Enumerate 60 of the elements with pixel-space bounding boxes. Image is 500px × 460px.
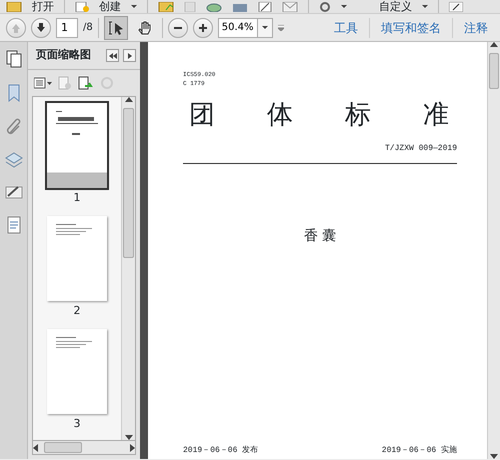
scrollbar-thumb[interactable] — [123, 108, 134, 258]
issue-date: 2019－06－06 发布 — [183, 445, 258, 457]
panel-title: 页面缩略图 — [35, 47, 92, 64]
implementation-date: 2019－06－06 实施 — [382, 445, 457, 457]
caret-icon[interactable] — [422, 5, 428, 8]
options-button[interactable] — [123, 49, 136, 62]
caret-icon[interactable] — [341, 5, 347, 8]
zoom-out-button[interactable] — [168, 18, 188, 38]
arrow-right-icon — [128, 52, 132, 58]
page-thumbnail[interactable] — [47, 103, 107, 188]
page-number-label: 2 — [74, 302, 80, 318]
scroll-right-icon[interactable] — [130, 444, 135, 452]
title-character: 准 — [423, 99, 449, 132]
create-menu[interactable]: 创建 — [99, 0, 121, 12]
cursor-icon — [108, 20, 124, 36]
zoom-in-button[interactable] — [192, 18, 213, 38]
caret-icon — [262, 26, 268, 29]
collapse-button[interactable] — [106, 49, 119, 62]
pane-button[interactable]: 工具 — [328, 18, 364, 36]
title-character: 团 — [189, 99, 215, 132]
create-icon[interactable] — [75, 2, 89, 12]
hand-icon — [136, 20, 153, 36]
scroll-up-icon[interactable] — [124, 97, 132, 102]
page-count: /8 — [83, 21, 93, 35]
settings-icon[interactable] — [319, 2, 331, 12]
standard-name: 香 囊 — [304, 227, 336, 246]
scrollbar-thumb[interactable] — [489, 53, 499, 89]
arrow-up-icon — [10, 22, 22, 34]
folder-icon[interactable] — [6, 2, 22, 12]
next-page-button[interactable] — [31, 18, 51, 38]
scrollbar-thumb[interactable] — [44, 442, 82, 453]
customize-menu[interactable]: 自定义 — [379, 0, 412, 12]
folder-icon[interactable] — [158, 2, 174, 12]
caret-icon[interactable] — [131, 5, 137, 8]
pane-button[interactable]: 注释 — [458, 18, 494, 36]
title-character: 体 — [267, 99, 293, 132]
plus-icon — [196, 22, 209, 34]
page-number-label: 1 — [74, 190, 80, 206]
layers-icon[interactable] — [4, 152, 22, 168]
double-arrow-left-icon — [108, 52, 116, 58]
page-thumbnail[interactable] — [47, 329, 107, 414]
zoom-field[interactable]: 50.4% — [218, 18, 258, 38]
page-number-field[interactable]: 1 — [56, 18, 78, 38]
insert-page-icon[interactable] — [78, 76, 94, 90]
edit-icon[interactable] — [258, 2, 272, 12]
pages-icon[interactable] — [6, 50, 22, 68]
scroll-down-icon[interactable] — [490, 454, 498, 459]
title-character: 标 — [345, 99, 371, 132]
select-tool[interactable] — [104, 16, 128, 40]
list-options-icon[interactable] — [34, 77, 52, 89]
page-thumbnail[interactable] — [47, 216, 107, 300]
open-button[interactable]: 打开 — [32, 0, 54, 12]
paperclip-icon[interactable] — [6, 118, 22, 136]
document-icon[interactable] — [6, 216, 20, 234]
scroll-left-icon[interactable] — [33, 444, 38, 452]
more-icon[interactable] — [278, 24, 284, 30]
pane-button[interactable]: 填写和签名 — [375, 18, 447, 36]
arrow-down-icon — [35, 22, 47, 34]
page-number-label: 3 — [74, 416, 80, 432]
standard-number: T/JZXW 009—2019 — [384, 143, 457, 155]
